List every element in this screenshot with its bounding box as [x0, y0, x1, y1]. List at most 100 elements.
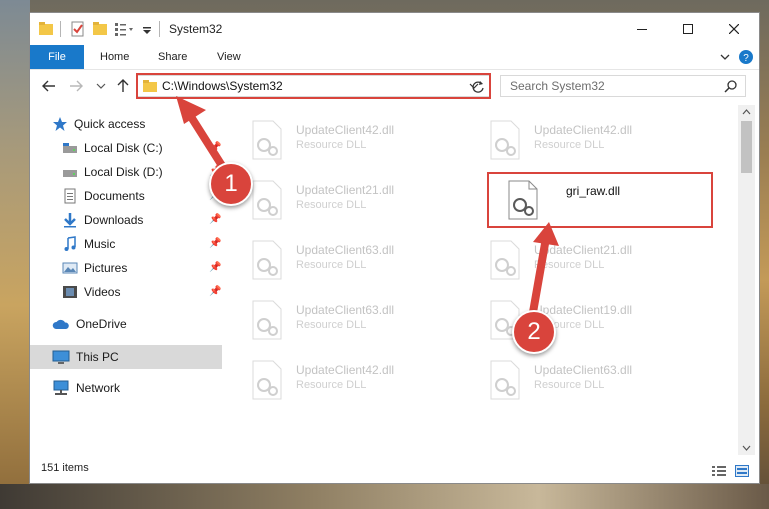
sidebar-label: Videos: [84, 285, 121, 299]
svg-text:?: ?: [743, 53, 749, 64]
file-item[interactable]: UpdateClient63.dll Resource DLL: [232, 293, 462, 345]
scroll-down-icon[interactable]: [742, 445, 751, 451]
title-bar: System32: [30, 13, 759, 45]
file-item[interactable]: UpdateClient21.dll Resource DLL: [232, 173, 462, 225]
file-name: UpdateClient42.dll: [296, 363, 395, 377]
sidebar-label: Downloads: [84, 213, 144, 227]
view-options-icon[interactable]: [114, 21, 134, 37]
tab-file[interactable]: File: [30, 45, 84, 69]
help-icon[interactable]: ?: [739, 50, 753, 64]
recent-locations-icon[interactable]: [96, 78, 106, 94]
dll-file-icon: [490, 240, 520, 280]
pictures-icon: [62, 262, 78, 274]
tiles-view-icon[interactable]: [735, 465, 749, 477]
sidebar-item-local-disk-d[interactable]: Local Disk (D:): [62, 161, 163, 183]
cloud-icon: [52, 319, 69, 329]
step-badge-1: 1: [209, 162, 253, 206]
pin-icon[interactable]: 📌: [209, 238, 221, 250]
pin-icon[interactable]: 📌: [209, 142, 221, 154]
drive-icon: [63, 170, 77, 177]
new-folder-icon[interactable]: [93, 21, 107, 37]
sidebar-item-videos[interactable]: Videos: [62, 281, 120, 303]
close-button[interactable]: [711, 13, 757, 45]
sidebar-item-onedrive[interactable]: OneDrive: [52, 313, 127, 335]
tab-home[interactable]: Home: [100, 51, 129, 63]
network-icon: [53, 380, 69, 395]
file-highlight-box: [487, 172, 713, 228]
tab-view[interactable]: View: [217, 51, 241, 63]
address-highlight-box: [136, 73, 491, 99]
tab-share[interactable]: Share: [158, 51, 187, 63]
dll-file-icon: [252, 360, 282, 400]
up-arrow-icon[interactable]: [115, 78, 131, 94]
close-icon: [729, 24, 739, 34]
expand-ribbon-icon[interactable]: [720, 52, 730, 62]
file-item[interactable]: UpdateClient21.dll Resource DLL: [470, 233, 700, 285]
file-type: Resource DLL: [534, 139, 605, 151]
pin-icon[interactable]: 📌: [209, 286, 221, 298]
minimize-icon: [637, 29, 647, 30]
scrollbar-thumb[interactable]: [741, 121, 752, 173]
file-name: UpdateClient63.dll: [296, 243, 395, 257]
sidebar-item-local-disk-c[interactable]: Local Disk (C:): [62, 137, 163, 159]
sidebar-label: Network: [76, 381, 121, 395]
details-view-icon[interactable]: [712, 465, 726, 477]
file-item[interactable]: UpdateClient42.dll Resource DLL: [232, 353, 462, 405]
sidebar-item-documents[interactable]: Documents: [62, 185, 145, 207]
search-box[interactable]: Search System32: [500, 75, 746, 97]
file-type: Resource DLL: [534, 379, 605, 391]
sidebar-item-downloads[interactable]: Downloads: [62, 209, 143, 231]
scroll-up-icon[interactable]: [742, 109, 751, 115]
sidebar-label: Local Disk (D:): [84, 165, 163, 179]
file-type: Resource DLL: [296, 379, 367, 391]
download-icon: [64, 213, 76, 228]
status-bar: 151 items: [30, 459, 759, 483]
vertical-scrollbar[interactable]: [738, 105, 755, 455]
back-arrow-icon[interactable]: [41, 78, 57, 94]
sidebar-item-network[interactable]: Network: [52, 377, 120, 399]
step-badge-2: 2: [512, 310, 556, 354]
customize-toolbar-icon[interactable]: [142, 21, 152, 37]
sidebar-item-music[interactable]: Music: [62, 233, 115, 255]
ribbon: File Home Share View ?: [30, 45, 759, 70]
file-name: UpdateClient21.dll: [296, 183, 395, 197]
dll-file-icon: [490, 360, 520, 400]
desktop-background-left: [0, 0, 30, 509]
sidebar-item-this-pc[interactable]: This PC: [52, 346, 119, 368]
window-title: System32: [169, 22, 223, 36]
title-separator: [60, 21, 61, 37]
file-item[interactable]: UpdateClient19.dll Resource DLL: [470, 293, 700, 345]
file-item[interactable]: UpdateClient63.dll Resource DLL: [470, 353, 700, 405]
title-separator: [159, 21, 160, 37]
file-item[interactable]: UpdateClient63.dll Resource DLL: [232, 233, 462, 285]
sidebar-label: Pictures: [84, 261, 128, 275]
computer-icon: [52, 350, 70, 364]
file-list: UpdateClient42.dll Resource DLL UpdateCl…: [232, 105, 738, 455]
file-type: Resource DLL: [296, 199, 367, 211]
pin-icon[interactable]: 📌: [209, 214, 221, 226]
dll-file-icon: [252, 300, 282, 340]
properties-icon[interactable]: [70, 21, 86, 37]
navigation-bar: C:\Windows\System32 Search System32: [30, 70, 759, 102]
videos-icon: [63, 286, 77, 298]
search-placeholder: Search System32: [510, 79, 605, 93]
file-name: UpdateClient21.dll: [534, 243, 633, 257]
file-item[interactable]: UpdateClient42.dll Resource DLL: [232, 113, 462, 165]
pin-icon[interactable]: 📌: [209, 262, 221, 274]
maximize-button[interactable]: [665, 13, 711, 45]
file-name: UpdateClient63.dll: [296, 303, 395, 317]
dll-file-icon: [252, 180, 282, 220]
file-name: UpdateClient63.dll: [534, 363, 633, 377]
file-type: Resource DLL: [534, 259, 605, 271]
sidebar-label: Local Disk (C:): [84, 141, 163, 155]
file-type: Resource DLL: [296, 259, 367, 271]
sidebar-label: Music: [84, 237, 116, 251]
sidebar-item-pictures[interactable]: Pictures: [62, 257, 127, 279]
forward-arrow-icon[interactable]: [68, 78, 84, 94]
item-count: 151 items: [41, 462, 89, 474]
file-item[interactable]: UpdateClient42.dll Resource DLL: [470, 113, 700, 165]
file-name: UpdateClient42.dll: [296, 123, 395, 137]
sidebar-label: This PC: [76, 350, 119, 364]
sidebar-item-quick-access[interactable]: Quick access: [52, 113, 145, 135]
minimize-button[interactable]: [619, 13, 665, 45]
